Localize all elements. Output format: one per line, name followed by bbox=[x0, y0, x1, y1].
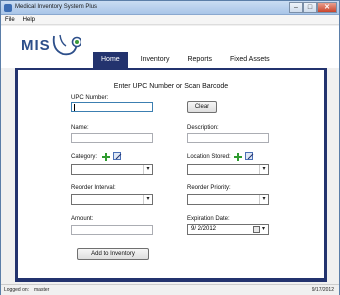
status-date: 9/17/2012 bbox=[311, 287, 334, 293]
menu-file[interactable]: File bbox=[5, 15, 15, 24]
expiration-label: Expiration Date: bbox=[187, 216, 230, 222]
amount-input[interactable] bbox=[71, 225, 153, 235]
tab-bar: Home Inventory Reports Fixed Assets bbox=[93, 52, 279, 68]
add-category-icon[interactable] bbox=[102, 153, 110, 161]
reorder-interval-select[interactable]: ▾ bbox=[71, 194, 153, 205]
edit-location-icon[interactable] bbox=[245, 152, 253, 160]
reorder-priority-select[interactable]: ▾ bbox=[187, 194, 269, 205]
chevron-down-icon: ▾ bbox=[259, 165, 268, 174]
location-label: Location Stored: bbox=[187, 154, 231, 160]
amount-label: Amount: bbox=[71, 216, 94, 222]
add-location-icon[interactable] bbox=[234, 153, 242, 161]
expiration-date-value: 9/ 2/2012 bbox=[191, 226, 217, 232]
logged-on-user: master bbox=[34, 287, 50, 293]
title-bar[interactable]: Medical Inventory System Plus – □ ✕ bbox=[1, 1, 339, 15]
chevron-down-icon: ▾ bbox=[261, 226, 265, 232]
tab-fixed-assets[interactable]: Fixed Assets bbox=[221, 52, 279, 68]
edit-category-icon[interactable] bbox=[113, 152, 121, 160]
stethoscope-icon bbox=[52, 34, 81, 56]
reorder-priority-label: Reorder Priority: bbox=[187, 185, 231, 191]
maximize-button[interactable]: □ bbox=[303, 2, 317, 13]
tab-inventory[interactable]: Inventory bbox=[132, 52, 179, 68]
expiration-date-picker[interactable]: 9/ 2/2012 ▾ bbox=[187, 224, 269, 235]
minimize-button[interactable]: – bbox=[289, 2, 303, 13]
clear-button[interactable]: Clear bbox=[187, 101, 217, 113]
upc-input[interactable] bbox=[71, 102, 153, 112]
close-button[interactable]: ✕ bbox=[317, 2, 337, 13]
name-label: Name: bbox=[71, 125, 89, 131]
tab-home[interactable]: Home bbox=[93, 52, 128, 68]
name-input[interactable] bbox=[71, 133, 153, 143]
chevron-down-icon: ▾ bbox=[259, 195, 268, 204]
content-panel: Enter UPC Number or Scan Barcode UPC Num… bbox=[18, 70, 324, 278]
app-window: Medical Inventory System Plus – □ ✕ File… bbox=[0, 0, 340, 295]
tab-reports[interactable]: Reports bbox=[178, 52, 221, 68]
location-select[interactable]: ▾ bbox=[187, 164, 269, 175]
reorder-interval-label: Reorder Interval: bbox=[71, 185, 116, 191]
logo: MIS bbox=[21, 37, 51, 54]
menu-help[interactable]: Help bbox=[23, 15, 35, 24]
logged-on-label: Logged on: bbox=[4, 287, 30, 293]
upc-label: UPC Number: bbox=[71, 95, 109, 101]
window-controls: – □ ✕ bbox=[289, 2, 337, 13]
text-caret bbox=[74, 104, 75, 111]
category-label: Category: bbox=[71, 154, 98, 160]
header: MIS Home Inventory Reports Fixed Assets bbox=[1, 26, 339, 68]
category-select[interactable]: ▾ bbox=[71, 164, 153, 175]
add-to-inventory-button[interactable]: Add to Inventory bbox=[77, 248, 149, 260]
description-label: Description: bbox=[187, 125, 219, 131]
menu-bar: File Help bbox=[1, 15, 339, 25]
window-title: Medical Inventory System Plus bbox=[15, 4, 98, 10]
form-heading: Enter UPC Number or Scan Barcode bbox=[113, 83, 229, 90]
chevron-down-icon: ▾ bbox=[143, 165, 152, 174]
app-icon bbox=[4, 4, 12, 12]
chevron-down-icon: ▾ bbox=[143, 195, 152, 204]
description-input[interactable] bbox=[187, 133, 269, 143]
status-bar: Logged on: master 9/17/2012 bbox=[1, 284, 339, 295]
